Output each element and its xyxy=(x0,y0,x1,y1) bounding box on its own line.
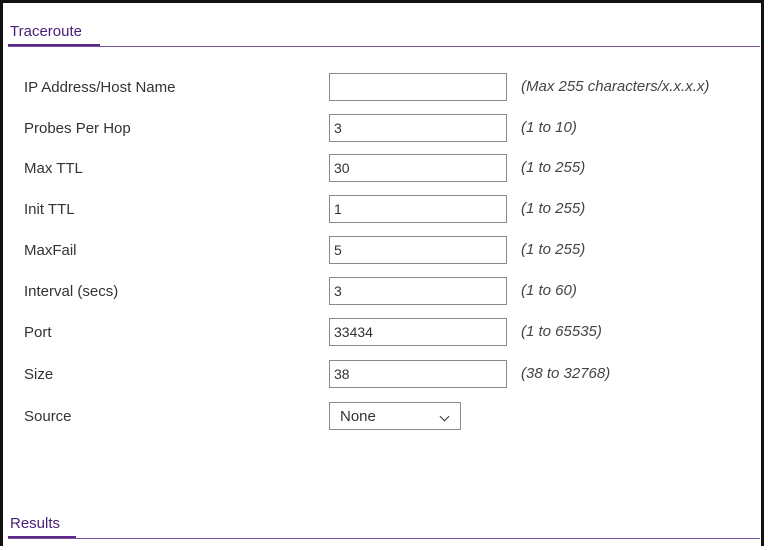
source-selected-value: None xyxy=(340,408,376,425)
init-ttl-hint: (1 to 255) xyxy=(521,200,586,217)
interval-input[interactable] xyxy=(329,277,507,305)
field-row-port: Port (1 to 65535) xyxy=(24,318,754,348)
ip-address-label: IP Address/Host Name xyxy=(24,79,176,96)
probes-per-hop-input[interactable] xyxy=(329,114,507,142)
field-row-max-ttl: Max TTL (1 to 255) xyxy=(24,154,754,184)
interval-label: Interval (secs) xyxy=(24,283,119,300)
size-input[interactable] xyxy=(329,360,507,388)
init-ttl-input[interactable] xyxy=(329,195,507,223)
maxfail-input[interactable] xyxy=(329,236,507,264)
traceroute-section-title: Traceroute xyxy=(10,23,82,40)
ip-address-hint: (Max 255 characters/x.x.x.x) xyxy=(521,78,710,95)
field-row-source: Source None xyxy=(24,402,754,432)
results-section-divider xyxy=(8,538,760,539)
max-ttl-label: Max TTL xyxy=(24,160,83,177)
probes-per-hop-hint: (1 to 10) xyxy=(521,119,577,136)
field-row-init-ttl: Init TTL (1 to 255) xyxy=(24,195,754,225)
source-select[interactable]: None xyxy=(329,402,461,430)
field-row-size: Size (38 to 32768) xyxy=(24,360,754,390)
port-label: Port xyxy=(24,324,52,341)
maxfail-label: MaxFail xyxy=(24,242,77,259)
field-row-maxfail: MaxFail (1 to 255) xyxy=(24,236,754,266)
size-label: Size xyxy=(24,366,54,383)
size-hint: (38 to 32768) xyxy=(521,365,611,382)
field-row-ip-address: IP Address/Host Name (Max 255 characters… xyxy=(24,73,754,103)
probes-per-hop-label: Probes Per Hop xyxy=(24,120,131,137)
maxfail-hint: (1 to 255) xyxy=(521,241,586,258)
field-row-interval: Interval (secs) (1 to 60) xyxy=(24,277,754,307)
ip-address-input[interactable] xyxy=(329,73,507,101)
max-ttl-hint: (1 to 255) xyxy=(521,159,586,176)
interval-hint: (1 to 60) xyxy=(521,282,577,299)
max-ttl-input[interactable] xyxy=(329,154,507,182)
source-label: Source xyxy=(24,408,72,425)
results-section-title: Results xyxy=(10,515,61,532)
chevron-down-icon xyxy=(439,411,450,422)
field-row-probes-per-hop: Probes Per Hop (1 to 10) xyxy=(24,114,754,144)
init-ttl-label: Init TTL xyxy=(24,201,75,218)
port-input[interactable] xyxy=(329,318,507,346)
traceroute-section-divider xyxy=(8,46,760,47)
port-hint: (1 to 65535) xyxy=(521,323,602,340)
